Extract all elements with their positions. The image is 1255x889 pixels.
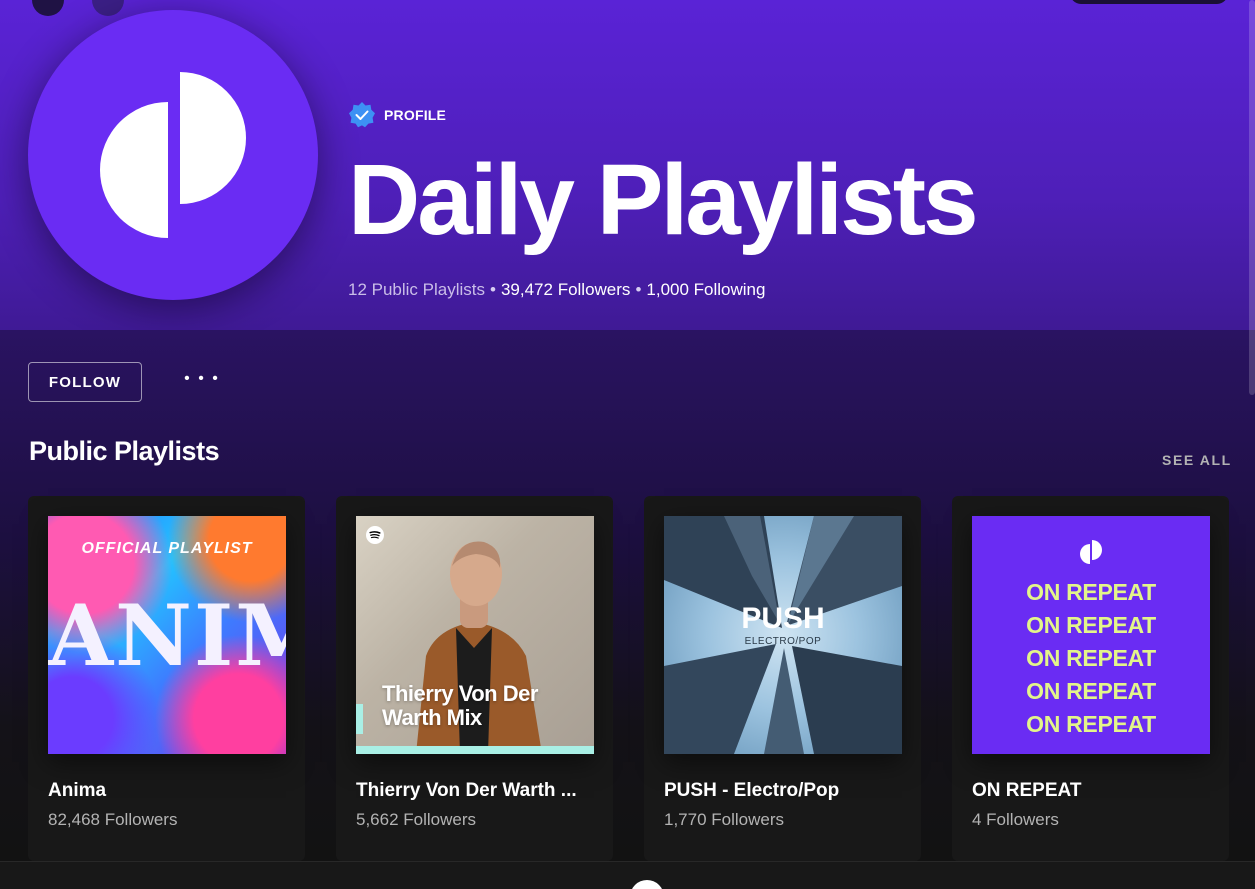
profile-type-tag: PROFILE (348, 101, 446, 129)
following-count[interactable]: 1,000 Following (646, 280, 765, 299)
separator: • (490, 280, 496, 299)
cover-line: ON REPEAT (1026, 579, 1156, 605)
cover-line: ON REPEAT (1026, 678, 1156, 704)
public-playlists-count: 12 Public Playlists (348, 280, 486, 299)
more-options-button[interactable]: • • • (182, 368, 222, 390)
cover-title: PUSH (741, 602, 825, 635)
cover-line: ON REPEAT (1026, 612, 1156, 638)
playlist-cover[interactable]: Thierry Von Der Warth Mix (356, 516, 594, 754)
cover-subtitle: OFFICIAL PLAYLIST (81, 540, 253, 557)
playlist-name[interactable]: Anima (48, 780, 288, 802)
profile-stats: 12 Public Playlists • 39,472 Followers • 1,0… (348, 280, 765, 300)
playlist-name[interactable]: Thierry Von Der Warth ... (356, 780, 596, 802)
playlist-cover[interactable]: ON REPEAT ON REPEAT ON REPEAT ON REPEAT … (972, 516, 1210, 754)
playlist-name[interactable]: PUSH - Electro/Pop (664, 780, 904, 802)
playlist-card-anima[interactable]: OFFICIAL PLAYLIST ANIMA Anima 82,468 Fol… (28, 496, 305, 861)
cover-text-block: ON REPEAT ON REPEAT ON REPEAT ON REPEAT … (972, 576, 1210, 741)
profile-type-label: PROFILE (384, 107, 447, 123)
playlist-card-thierry[interactable]: Thierry Von Der Warth Mix Thierry Von De… (336, 496, 613, 861)
cover-title: ANIMA (48, 586, 286, 685)
cover-title-line: Warth Mix (382, 705, 482, 731)
now-playing-bar (0, 861, 1255, 889)
daily-playlists-logo-icon (1080, 540, 1102, 564)
cover-subtitle: ELECTRO/POP (744, 636, 822, 647)
cover-line: ON REPEAT (1026, 711, 1156, 737)
cover-title-line: Thierry Von Der (382, 681, 538, 706)
playlist-followers: 82,468 Followers (48, 810, 178, 829)
cover-accent-bar (356, 746, 594, 754)
playlist-name[interactable]: ON REPEAT (972, 780, 1212, 802)
daily-playlists-logo-icon (100, 72, 246, 238)
followers-count[interactable]: 39,472 Followers (501, 280, 630, 299)
profile-avatar (28, 10, 318, 300)
scrollbar[interactable] (1249, 0, 1255, 395)
section-title[interactable]: Public Playlists (29, 436, 220, 467)
cover-line: ON REPEAT (1026, 645, 1156, 671)
cover-accent (356, 704, 363, 734)
user-menu-button[interactable] (1070, 0, 1228, 4)
playlist-card-push[interactable]: PUSH ELECTRO/POP PUSH - Electro/Pop 1,77… (644, 496, 921, 861)
follow-button[interactable]: FOLLOW (28, 362, 142, 402)
playlist-cover[interactable]: PUSH ELECTRO/POP (664, 516, 902, 754)
verified-badge-icon (349, 102, 375, 128)
playlist-followers: 1,770 Followers (664, 810, 785, 829)
playlist-followers: 5,662 Followers (356, 810, 477, 829)
playlist-cover[interactable]: OFFICIAL PLAYLIST ANIMA (48, 516, 286, 754)
spotify-logo-icon (366, 526, 384, 544)
page-title: Daily Playlists (348, 144, 979, 256)
see-all-link[interactable]: SEE ALL (1162, 452, 1232, 468)
cover-title: Thierry Von Der Warth Mix (382, 681, 538, 731)
separator: • (635, 280, 642, 299)
playlist-followers: 4 Followers (972, 810, 1059, 829)
playlist-card-on-repeat[interactable]: ON REPEAT ON REPEAT ON REPEAT ON REPEAT … (952, 496, 1229, 861)
